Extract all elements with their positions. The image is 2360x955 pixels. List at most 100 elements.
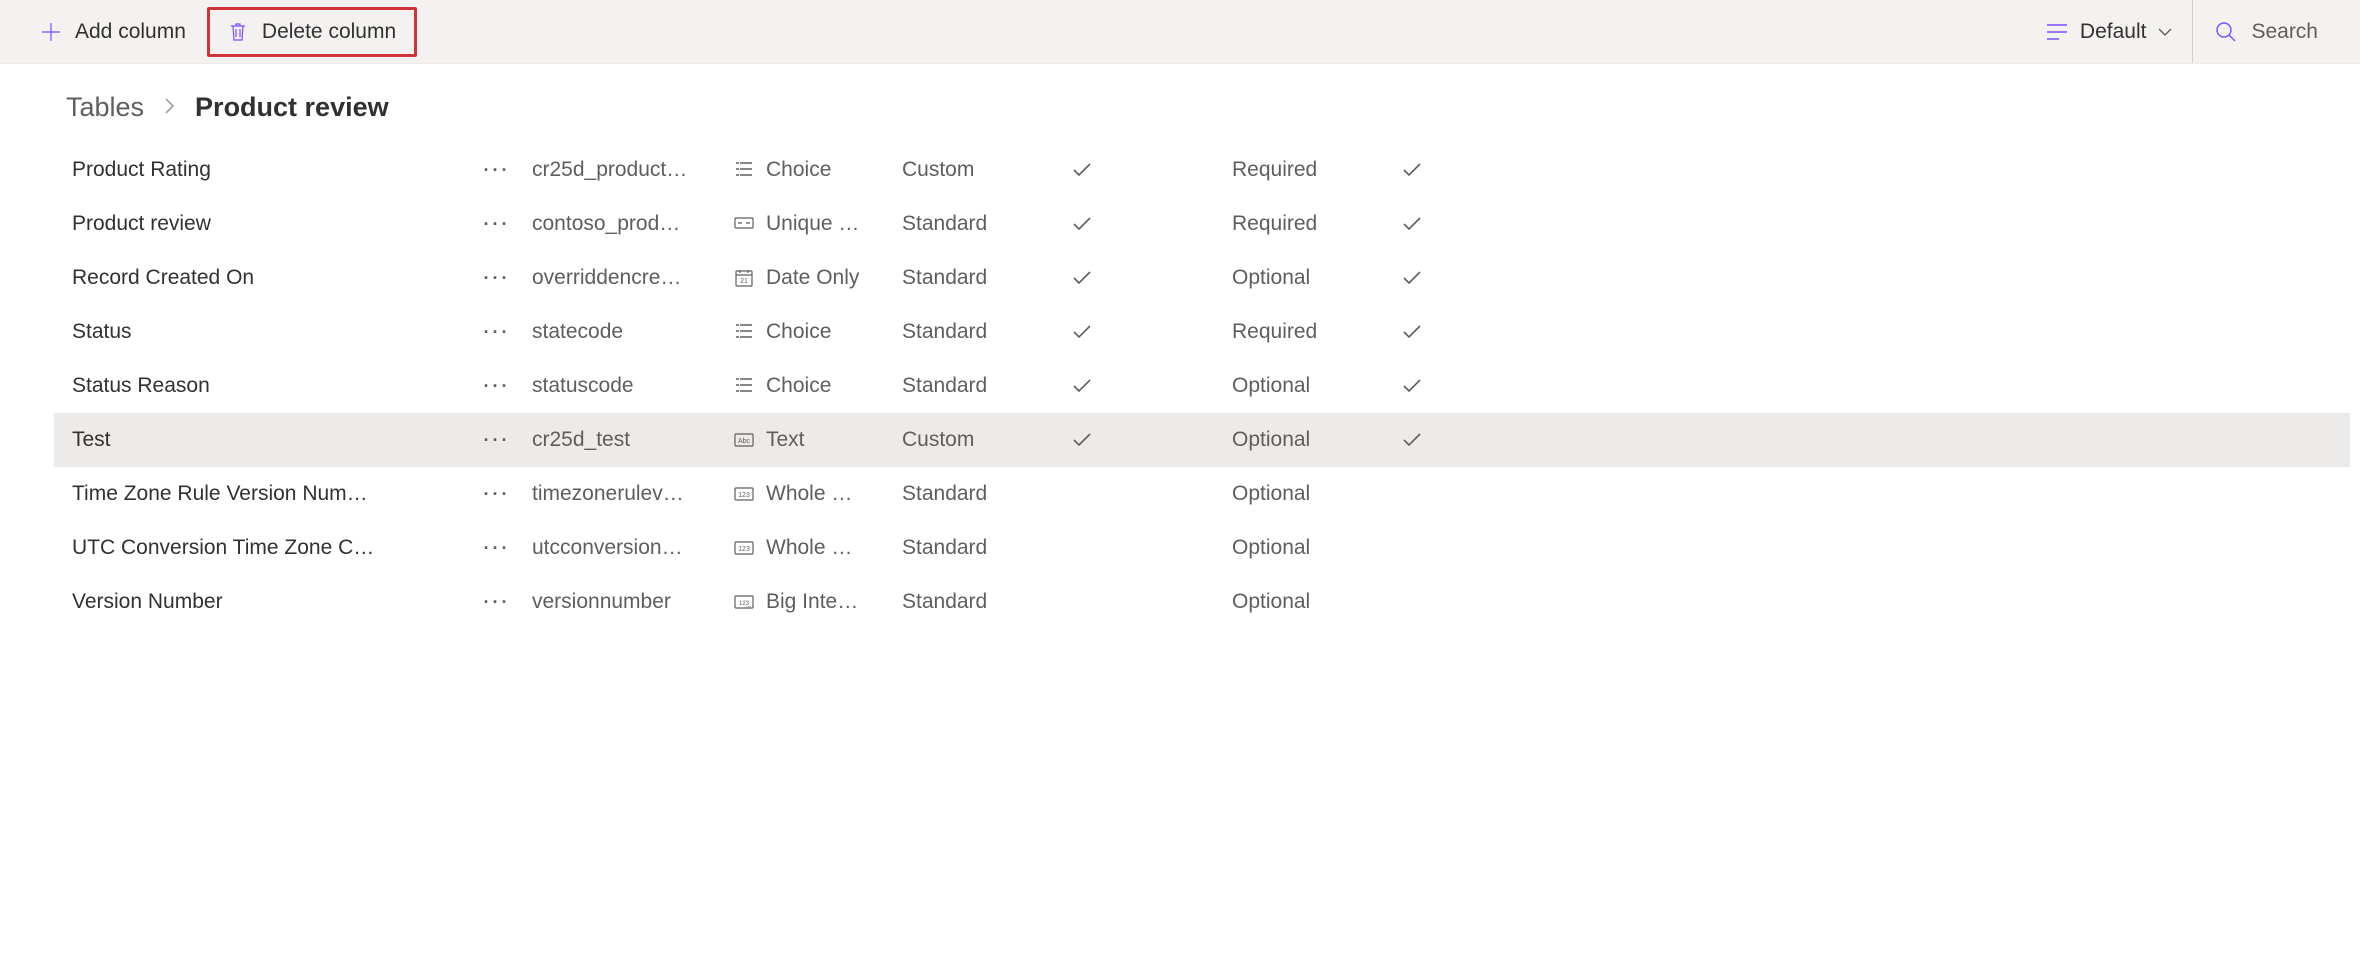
column-type-label: Unique …: [766, 212, 859, 236]
column-type-label: Choice: [766, 320, 831, 344]
column-type: Unique …: [732, 212, 902, 236]
table-row[interactable]: Product Rating ··· cr25d_product… Choice…: [54, 143, 2350, 197]
row-more-button[interactable]: ···: [462, 538, 532, 559]
column-display-name: Status: [72, 320, 462, 344]
column-required: Required: [1232, 320, 1402, 344]
more-icon: ···: [484, 430, 511, 451]
more-icon: ···: [484, 322, 511, 343]
column-managed: Standard: [902, 266, 1072, 290]
column-type-label: Choice: [766, 158, 831, 182]
column-display-name: Record Created On: [72, 266, 462, 290]
date-type-icon: [732, 268, 756, 288]
chevron-down-icon: [2158, 27, 2172, 37]
column-type: Text: [732, 428, 902, 452]
view-label: Default: [2080, 20, 2147, 44]
column-managed: Standard: [902, 374, 1072, 398]
text-type-icon: [732, 430, 756, 450]
bigint-type-icon: [732, 592, 756, 612]
column-display-name: Time Zone Rule Version Num…: [72, 482, 462, 506]
row-more-button[interactable]: ···: [462, 268, 532, 289]
column-type: Choice: [732, 158, 902, 182]
column-searchable-check: [1402, 323, 1462, 341]
more-icon: ···: [484, 592, 511, 613]
table-row[interactable]: Status Reason ··· statuscode Choice Stan…: [54, 359, 2350, 413]
command-bar: Add column Delete column Default Search: [0, 0, 2360, 64]
more-icon: ···: [484, 484, 511, 505]
row-more-button[interactable]: ···: [462, 592, 532, 613]
column-managed: Custom: [902, 158, 1072, 182]
column-required: Required: [1232, 158, 1402, 182]
delete-column-label: Delete column: [262, 20, 396, 44]
column-custom-check: [1072, 269, 1232, 287]
more-icon: ···: [484, 376, 511, 397]
column-managed: Standard: [902, 536, 1072, 560]
column-searchable-check: [1402, 269, 1462, 287]
column-schema-name: utcconversion…: [532, 536, 732, 560]
column-schema-name: statecode: [532, 320, 732, 344]
table-row[interactable]: Time Zone Rule Version Num… ··· timezone…: [54, 467, 2350, 521]
row-more-button[interactable]: ···: [462, 160, 532, 181]
column-custom-check: [1072, 215, 1232, 233]
column-required: Optional: [1232, 482, 1402, 506]
column-type: Choice: [732, 320, 902, 344]
row-more-button[interactable]: ···: [462, 376, 532, 397]
column-required: Optional: [1232, 536, 1402, 560]
column-type: Date Only: [732, 266, 902, 290]
column-display-name: Status Reason: [72, 374, 462, 398]
column-display-name: Version Number: [72, 590, 462, 614]
column-required: Optional: [1232, 374, 1402, 398]
column-custom-check: [1072, 377, 1232, 395]
more-icon: ···: [484, 214, 511, 235]
row-more-button[interactable]: ···: [462, 322, 532, 343]
trash-icon: [228, 21, 248, 43]
choice-type-icon: [732, 376, 756, 396]
column-display-name: Product Rating: [72, 158, 462, 182]
column-required: Optional: [1232, 428, 1402, 452]
column-required: Optional: [1232, 590, 1402, 614]
row-more-button[interactable]: ···: [462, 484, 532, 505]
column-display-name: Test: [72, 428, 462, 452]
breadcrumb: Tables Product review: [0, 64, 2360, 143]
breadcrumb-parent[interactable]: Tables: [66, 92, 144, 123]
search-icon: [2215, 21, 2237, 43]
column-display-name: UTC Conversion Time Zone C…: [72, 536, 462, 560]
column-searchable-check: [1402, 377, 1462, 395]
column-custom-check: [1072, 431, 1232, 449]
table-row[interactable]: Status ··· statecode Choice Standard Req…: [54, 305, 2350, 359]
more-icon: ···: [484, 538, 511, 559]
row-more-button[interactable]: ···: [462, 214, 532, 235]
choice-type-icon: [732, 322, 756, 342]
column-schema-name: cr25d_product…: [532, 158, 732, 182]
add-column-label: Add column: [75, 20, 186, 44]
table-row[interactable]: Version Number ··· versionnumber Big Int…: [54, 575, 2350, 629]
column-managed: Custom: [902, 428, 1072, 452]
table-row[interactable]: UTC Conversion Time Zone C… ··· utcconve…: [54, 521, 2350, 575]
column-managed: Standard: [902, 590, 1072, 614]
table-row[interactable]: Product review ··· contoso_prod… Unique …: [54, 197, 2350, 251]
column-type: Choice: [732, 374, 902, 398]
column-managed: Standard: [902, 320, 1072, 344]
more-icon: ···: [484, 160, 511, 181]
table-row[interactable]: Test ··· cr25d_test Text Custom Optional: [54, 413, 2350, 467]
more-icon: ···: [484, 268, 511, 289]
table-row[interactable]: Record Created On ··· overriddencre… Dat…: [54, 251, 2350, 305]
column-searchable-check: [1402, 215, 1462, 233]
column-type-label: Date Only: [766, 266, 859, 290]
column-type-label: Choice: [766, 374, 831, 398]
column-required: Required: [1232, 212, 1402, 236]
column-custom-check: [1072, 323, 1232, 341]
search-button[interactable]: Search: [2193, 0, 2340, 63]
delete-column-button[interactable]: Delete column: [207, 7, 417, 57]
add-column-button[interactable]: Add column: [20, 7, 207, 57]
breadcrumb-current: Product review: [195, 92, 389, 123]
view-switcher[interactable]: Default: [2026, 0, 2194, 63]
column-searchable-check: [1402, 431, 1462, 449]
column-schema-name: statuscode: [532, 374, 732, 398]
column-schema-name: timezonerulev…: [532, 482, 732, 506]
column-required: Optional: [1232, 266, 1402, 290]
column-type: Whole …: [732, 536, 902, 560]
column-managed: Standard: [902, 212, 1072, 236]
column-searchable-check: [1402, 161, 1462, 179]
column-managed: Standard: [902, 482, 1072, 506]
row-more-button[interactable]: ···: [462, 430, 532, 451]
